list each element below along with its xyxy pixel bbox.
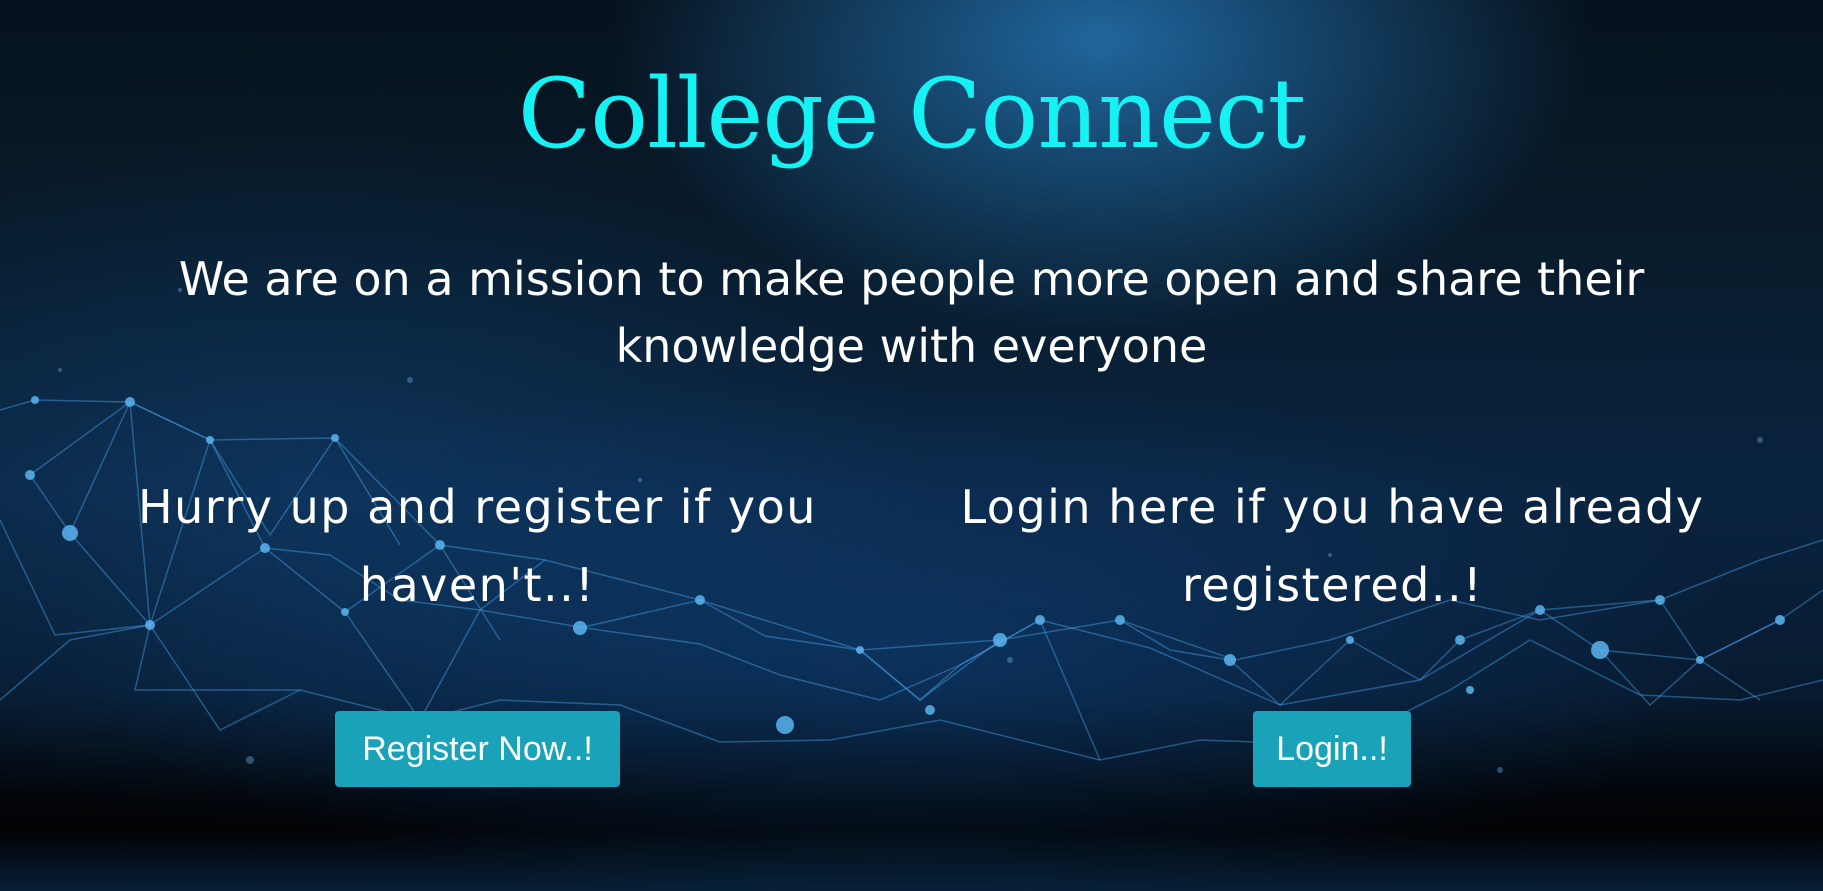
- floor-glow: [0, 831, 1823, 891]
- page-title: College Connect: [517, 58, 1306, 170]
- login-prompt: Login here if you have already registere…: [960, 480, 1705, 612]
- register-prompt: Hurry up and register if you haven't..!: [138, 480, 817, 612]
- landing-page: College Connect We are on a mission to m…: [0, 0, 1823, 891]
- mission-statement: We are on a mission to make people more …: [178, 252, 1645, 373]
- login-button[interactable]: Login..!: [1253, 711, 1411, 787]
- register-button[interactable]: Register Now..!: [335, 711, 620, 787]
